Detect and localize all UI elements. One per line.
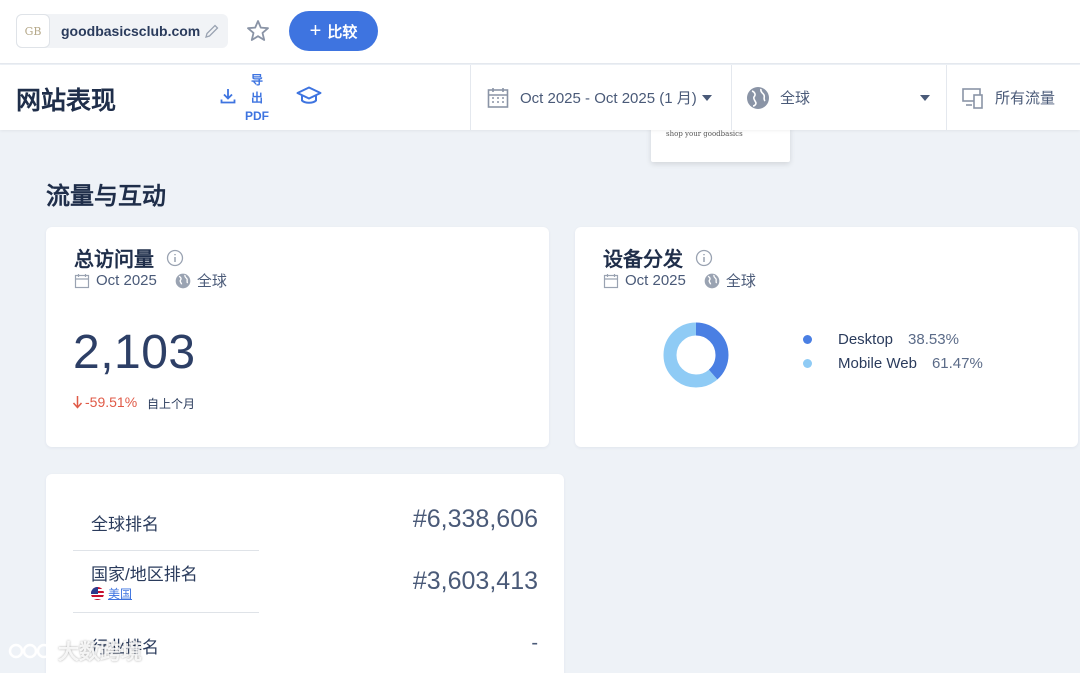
calendar-icon <box>487 87 509 108</box>
calendar-icon <box>603 273 619 288</box>
calendar-icon <box>74 273 90 288</box>
total-visits-card: 总访问量 Oct 2025 全球 2,103 -59.51% 自上个月 <box>46 227 549 447</box>
section-title: 流量与互动 <box>46 183 166 210</box>
divider <box>73 550 259 551</box>
watermark-text: 大数跨境 <box>58 641 142 664</box>
date-range-label: Oct 2025 - Oct 2025 (1 月) <box>520 90 697 107</box>
page-title: 网站表现 <box>16 87 117 115</box>
domain-name: goodbasicsclub.com <box>61 23 201 39</box>
card-title: 设备分发 <box>603 243 713 272</box>
info-icon[interactable] <box>695 249 713 267</box>
watermark: 大数跨境 <box>8 636 142 666</box>
card-meta: Oct 2025 全球 <box>74 270 227 291</box>
divider <box>73 612 259 613</box>
page-header: 网站表现 导 出 PDF Oct 2025 - Oct 2025 (1 月) 全… <box>0 65 1080 130</box>
chevron-down-icon <box>920 94 930 101</box>
watermark-logo-icon <box>8 643 52 659</box>
legend-item-mobile-web: Mobile Web 61.47% <box>803 351 983 375</box>
change-label: 自上个月 <box>147 397 196 411</box>
legend-item-desktop: Desktop 38.53% <box>803 327 983 351</box>
info-icon[interactable] <box>166 249 184 267</box>
arrow-down-icon <box>72 396 83 409</box>
legend-dot <box>803 334 812 344</box>
global-rank-label: 全球排名 <box>91 515 159 534</box>
card-title: 总访问量 <box>74 243 184 272</box>
card-meta: Oct 2025 全球 <box>603 270 756 291</box>
legend-value: 61.47% <box>931 354 983 372</box>
traffic-filter[interactable]: 所有流量 <box>946 65 1080 130</box>
region-label: 全球 <box>780 90 811 107</box>
export-label-3: PDF <box>245 109 269 123</box>
global-rank-value: #6,338,606 <box>412 505 538 533</box>
export-pdf-button[interactable]: 导 出 PDF <box>242 71 272 125</box>
total-visits-title: 总访问量 <box>74 249 154 271</box>
graduation-cap-icon[interactable] <box>296 85 322 107</box>
region-label: 全球 <box>725 273 756 290</box>
globe-icon <box>175 273 191 288</box>
globe-icon <box>704 273 720 288</box>
traffic-label: 所有流量 <box>995 90 1056 107</box>
device-donut-chart <box>663 322 729 388</box>
change-value: -59.51% <box>85 394 138 410</box>
country-name: 美国 <box>108 587 133 601</box>
chevron-down-icon <box>701 94 712 101</box>
legend-label: Mobile Web <box>838 354 917 372</box>
region-filter[interactable]: 全球 <box>731 65 946 130</box>
top-bar: GB goodbasicsclub.com + 比较 <box>0 0 1080 64</box>
change-indicator: -59.51% <box>72 394 137 410</box>
period-label: Oct 2025 <box>96 272 157 289</box>
export-label-2: 出 <box>250 91 263 105</box>
country-link[interactable]: 美国 <box>91 585 132 602</box>
devices-icon <box>962 87 983 109</box>
globe-icon <box>747 86 769 109</box>
legend-label: Desktop <box>838 330 894 348</box>
domain-chip[interactable]: GB goodbasicsclub.com <box>16 14 228 48</box>
site-favicon: GB <box>16 14 50 48</box>
date-range-filter[interactable]: Oct 2025 - Oct 2025 (1 月) <box>470 65 731 130</box>
export-label-1: 导 <box>250 73 263 87</box>
industry-rank-value: - <box>531 632 538 654</box>
compare-label: 比较 <box>327 23 358 41</box>
plus-icon: + <box>309 20 322 42</box>
legend-dot <box>803 358 812 368</box>
region-label: 全球 <box>196 273 227 290</box>
download-icon[interactable] <box>219 87 237 105</box>
site-preview-thumbnail[interactable]: shop your goodbasics <box>651 126 790 162</box>
country-rank-label: 国家/地区排名 <box>91 565 198 584</box>
star-icon[interactable] <box>245 18 271 44</box>
country-rank-value: #3,603,413 <box>412 567 538 595</box>
preview-text: shop your goodbasics <box>666 130 743 138</box>
us-flag-icon <box>91 587 104 600</box>
pencil-icon[interactable] <box>204 23 220 39</box>
period-label: Oct 2025 <box>625 272 686 289</box>
device-distribution-title: 设备分发 <box>603 249 683 271</box>
legend-value: 38.53% <box>908 330 959 348</box>
device-distribution-card: 设备分发 Oct 2025 全球 Desktop 38.53% Mobile W… <box>575 227 1078 447</box>
compare-button[interactable]: + 比较 <box>289 11 378 51</box>
chart-legend: Desktop 38.53% Mobile Web 61.47% <box>803 327 983 375</box>
total-visits-value: 2,103 <box>73 326 196 379</box>
